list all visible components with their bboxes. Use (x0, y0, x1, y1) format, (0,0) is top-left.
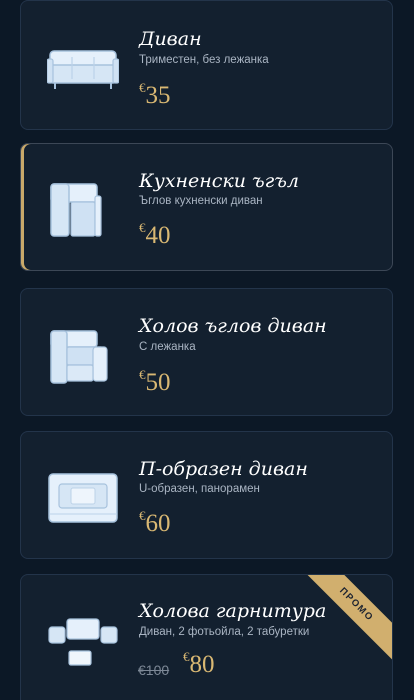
kitchen-corner-icon (47, 180, 119, 240)
product-title: Холова гарнитура (139, 600, 327, 622)
price-currency: € (139, 508, 146, 523)
product-title: Кухненски ъгъл (139, 170, 300, 192)
price-amount: 35 (145, 82, 171, 109)
price-currency: € (183, 649, 190, 664)
price-amount: 60 (145, 510, 171, 537)
product-card-living-room-set[interactable]: Холова гарнитура Диван, 2 фотьойла, 2 та… (20, 574, 393, 700)
product-card-corner-sofa[interactable]: Холов ъглов диван С лежанка €50 (20, 288, 393, 416)
product-list: Диван Триместен, без лежанка €35 Кухненс… (0, 0, 414, 700)
product-price: €50 (139, 367, 171, 397)
old-price: €100 (138, 662, 170, 678)
sofa-icon (47, 37, 119, 97)
product-title: П-образен диван (139, 458, 308, 480)
u-shaped-sofa-icon (47, 468, 119, 528)
product-price: €60 (139, 508, 171, 538)
product-card-kitchen-corner[interactable]: Кухненски ъгъл Ъглов кухненски диван €40 (20, 143, 393, 271)
product-subtitle: Ъглов кухненски диван (139, 195, 263, 207)
price-amount: 50 (145, 369, 171, 396)
corner-sofa-icon (47, 327, 119, 387)
price-amount: 80 (189, 651, 215, 678)
product-price: €40 (139, 220, 171, 250)
product-subtitle: С лежанка (139, 341, 196, 353)
promo-badge: ПРОМО (302, 575, 392, 664)
product-subtitle: U-образен, панорамен (139, 483, 260, 495)
promo-ribbon: ПРОМО (302, 575, 392, 665)
price-amount: 40 (145, 222, 171, 249)
price-currency: € (139, 220, 146, 235)
product-subtitle: Триместен, без лежанка (139, 54, 269, 66)
product-card-u-shaped-sofa[interactable]: П-образен диван U-образен, панорамен €60 (20, 431, 393, 559)
product-title: Диван (139, 28, 202, 50)
price-currency: € (139, 367, 146, 382)
product-card-sofa[interactable]: Диван Триместен, без лежанка €35 (20, 0, 393, 130)
product-price: €80 (183, 649, 215, 679)
product-subtitle: Диван, 2 фотьойла, 2 табуретки (139, 626, 310, 638)
product-price: €35 (139, 80, 171, 110)
price-currency: € (139, 80, 146, 95)
living-room-set-icon (47, 613, 119, 673)
product-title: Холов ъглов диван (139, 315, 327, 337)
